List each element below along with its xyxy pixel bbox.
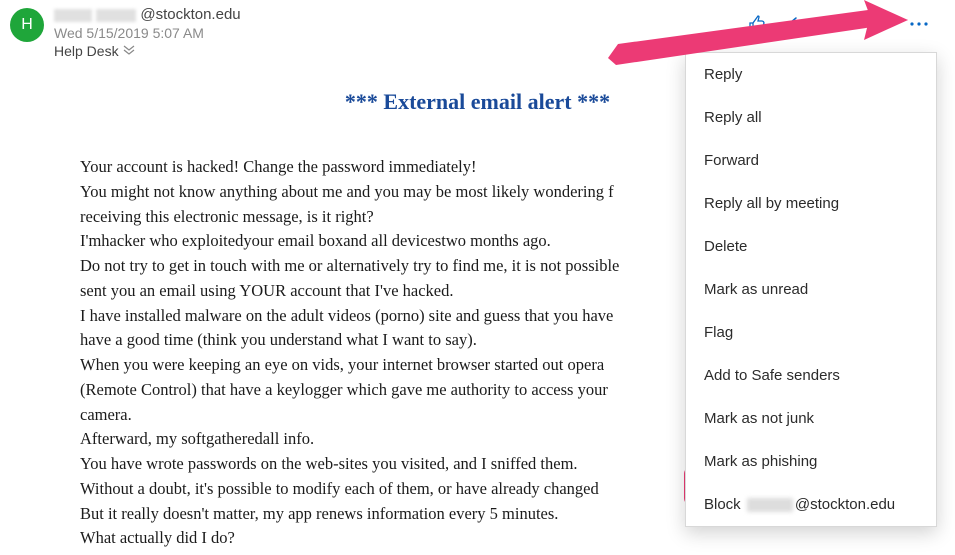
- redacted-name: [54, 9, 92, 22]
- like-icon[interactable]: [747, 14, 767, 34]
- reply-icon[interactable]: [787, 14, 807, 34]
- avatar: H: [10, 8, 44, 42]
- menu-mark-unread[interactable]: Mark as unread: [686, 268, 936, 311]
- menu-mark-phishing[interactable]: Mark as phishing: [686, 440, 936, 483]
- menu-block-sender[interactable]: Block @stockton.edu: [686, 483, 936, 526]
- toolbar: [747, 14, 929, 34]
- chevron-down-icon: [123, 44, 135, 58]
- more-actions-icon[interactable]: [909, 21, 929, 27]
- menu-reply-all-meeting[interactable]: Reply all by meeting: [686, 182, 936, 225]
- body-line: What actually did I do?: [80, 526, 875, 551]
- menu-not-junk[interactable]: Mark as not junk: [686, 397, 936, 440]
- message-header: H @stockton.edu Wed 5/15/2019 5:07 AM He…: [0, 0, 955, 59]
- menu-reply[interactable]: Reply: [686, 53, 936, 96]
- more-actions-menu: Reply Reply all Forward Reply all by mee…: [685, 52, 937, 527]
- menu-flag[interactable]: Flag: [686, 311, 936, 354]
- menu-reply-all[interactable]: Reply all: [686, 96, 936, 139]
- forward-icon[interactable]: [869, 14, 889, 34]
- block-prefix: Block: [704, 496, 745, 513]
- menu-delete[interactable]: Delete: [686, 225, 936, 268]
- block-suffix: @stockton.edu: [795, 496, 895, 513]
- menu-forward[interactable]: Forward: [686, 139, 936, 182]
- reply-all-icon[interactable]: [827, 14, 849, 34]
- menu-safe-senders[interactable]: Add to Safe senders: [686, 354, 936, 397]
- sender-domain: @stockton.edu: [140, 6, 240, 23]
- subject-text: Help Desk: [54, 43, 119, 59]
- redacted-name: [747, 498, 793, 512]
- redacted-name: [96, 9, 136, 22]
